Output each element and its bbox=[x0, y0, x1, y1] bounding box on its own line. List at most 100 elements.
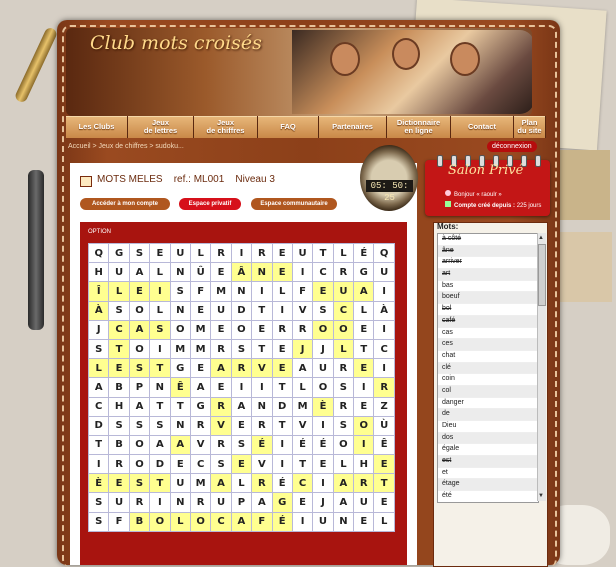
grid-cell[interactable]: T bbox=[272, 416, 292, 435]
grid-cell[interactable]: E bbox=[190, 301, 210, 320]
grid-cell[interactable]: L bbox=[354, 301, 374, 320]
grid-cell[interactable]: O bbox=[333, 435, 353, 454]
grid-cell[interactable]: E bbox=[170, 455, 190, 474]
private-space-button[interactable]: Espace privatif bbox=[179, 198, 241, 210]
grid-cell[interactable]: M bbox=[190, 474, 210, 493]
grid-cell[interactable]: É bbox=[272, 474, 292, 493]
grid-cell[interactable]: O bbox=[313, 320, 333, 339]
grid-cell[interactable]: E bbox=[313, 282, 333, 301]
grid-cell[interactable]: G bbox=[190, 397, 210, 416]
word-list-item[interactable]: Dieu bbox=[438, 421, 538, 433]
grid-cell[interactable]: U bbox=[374, 263, 394, 282]
grid-cell[interactable]: U bbox=[292, 244, 312, 263]
grid-cell[interactable]: C bbox=[190, 455, 210, 474]
grid-cell[interactable]: R bbox=[109, 455, 129, 474]
word-list-item[interactable]: art bbox=[438, 269, 538, 281]
grid-cell[interactable]: A bbox=[150, 435, 170, 454]
logout-button[interactable]: déconnexion bbox=[487, 141, 537, 152]
grid-cell[interactable]: I bbox=[252, 282, 272, 301]
grid-cell[interactable]: O bbox=[129, 435, 149, 454]
scroll-up-icon[interactable]: ▲ bbox=[537, 234, 545, 242]
option-label[interactable]: OPTION bbox=[88, 229, 111, 235]
grid-cell[interactable]: L bbox=[292, 378, 312, 397]
grid-cell[interactable]: E bbox=[354, 397, 374, 416]
grid-cell[interactable]: H bbox=[354, 455, 374, 474]
grid-cell[interactable]: L bbox=[109, 282, 129, 301]
words-list[interactable]: à côtéânearriverartbasboeufbolcafécasces… bbox=[437, 233, 539, 503]
grid-cell[interactable]: E bbox=[231, 455, 251, 474]
grid-cell[interactable]: É bbox=[272, 512, 292, 531]
word-list-item[interactable]: étage bbox=[438, 479, 538, 491]
grid-cell[interactable]: P bbox=[129, 378, 149, 397]
grid-cell[interactable]: U bbox=[109, 263, 129, 282]
grid-cell[interactable]: S bbox=[150, 416, 170, 435]
grid-cell[interactable]: E bbox=[150, 244, 170, 263]
grid-cell[interactable]: P bbox=[231, 493, 251, 512]
grid-cell[interactable]: R bbox=[211, 435, 231, 454]
grid-cell[interactable]: T bbox=[150, 474, 170, 493]
grid-cell[interactable]: U bbox=[170, 244, 190, 263]
word-list-item[interactable]: et bbox=[438, 468, 538, 480]
grid-cell[interactable]: T bbox=[252, 301, 272, 320]
grid-cell[interactable]: U bbox=[170, 474, 190, 493]
grid-cell[interactable]: I bbox=[313, 474, 333, 493]
grid-cell[interactable]: S bbox=[89, 493, 109, 512]
grid-cell[interactable]: S bbox=[150, 320, 170, 339]
grid-cell[interactable]: R bbox=[252, 244, 272, 263]
grid-cell[interactable]: A bbox=[89, 378, 109, 397]
grid-cell[interactable]: B bbox=[109, 378, 129, 397]
grid-cell[interactable]: G bbox=[170, 359, 190, 378]
grid-cell[interactable]: É bbox=[252, 435, 272, 454]
grid-cell[interactable]: O bbox=[190, 512, 210, 531]
nav-dictionnaire[interactable]: Dictionnaire en ligne bbox=[387, 116, 451, 138]
word-list-item[interactable]: danger bbox=[438, 398, 538, 410]
word-list-item[interactable]: bol bbox=[438, 304, 538, 316]
grid-cell[interactable]: S bbox=[89, 339, 109, 358]
grid-cell[interactable]: I bbox=[313, 416, 333, 435]
grid-cell[interactable]: I bbox=[354, 435, 374, 454]
grid-cell[interactable]: E bbox=[313, 455, 333, 474]
grid-cell[interactable]: N bbox=[231, 282, 251, 301]
grid-cell[interactable]: R bbox=[374, 378, 394, 397]
word-list-item[interactable]: à côté bbox=[438, 234, 538, 246]
word-list-item[interactable]: chat bbox=[438, 351, 538, 363]
grid-cell[interactable]: U bbox=[333, 282, 353, 301]
grid-cell[interactable]: I bbox=[292, 512, 312, 531]
grid-cell[interactable]: I bbox=[150, 339, 170, 358]
word-list-item[interactable]: boeuf bbox=[438, 292, 538, 304]
grid-cell[interactable]: S bbox=[231, 435, 251, 454]
grid-cell[interactable]: S bbox=[109, 301, 129, 320]
grid-cell[interactable]: I bbox=[89, 455, 109, 474]
community-space-button[interactable]: Espace communautaire bbox=[251, 198, 337, 210]
nav-plan-du-site[interactable]: Plan du site bbox=[514, 116, 546, 138]
grid-cell[interactable]: E bbox=[272, 263, 292, 282]
grid-cell[interactable]: A bbox=[129, 263, 149, 282]
grid-cell[interactable]: Z bbox=[374, 397, 394, 416]
nav-faq[interactable]: FAQ bbox=[258, 116, 319, 138]
grid-cell[interactable]: T bbox=[354, 339, 374, 358]
grid-cell[interactable]: É bbox=[292, 435, 312, 454]
grid-cell[interactable]: Q bbox=[89, 244, 109, 263]
grid-cell[interactable]: L bbox=[333, 339, 353, 358]
grid-cell[interactable]: R bbox=[272, 320, 292, 339]
grid-cell[interactable]: L bbox=[231, 474, 251, 493]
grid-cell[interactable]: F bbox=[252, 512, 272, 531]
grid-cell[interactable]: O bbox=[150, 512, 170, 531]
grid-cell[interactable]: M bbox=[170, 339, 190, 358]
grid-cell[interactable]: I bbox=[252, 378, 272, 397]
grid-cell[interactable]: A bbox=[129, 320, 149, 339]
grid-cell[interactable]: R bbox=[252, 474, 272, 493]
grid-cell[interactable]: E bbox=[354, 512, 374, 531]
word-list-item[interactable]: arriver bbox=[438, 257, 538, 269]
scroll-down-icon[interactable]: ▼ bbox=[537, 492, 545, 500]
grid-cell[interactable]: O bbox=[129, 339, 149, 358]
grid-cell[interactable]: I bbox=[272, 435, 292, 454]
grid-cell[interactable]: F bbox=[292, 282, 312, 301]
grid-cell[interactable]: S bbox=[129, 359, 149, 378]
grid-cell[interactable]: S bbox=[89, 512, 109, 531]
grid-cell[interactable]: U bbox=[211, 301, 231, 320]
grid-cell[interactable]: B bbox=[129, 512, 149, 531]
grid-cell[interactable]: É bbox=[354, 244, 374, 263]
grid-cell[interactable]: Ê bbox=[170, 378, 190, 397]
grid-cell[interactable]: A bbox=[333, 493, 353, 512]
